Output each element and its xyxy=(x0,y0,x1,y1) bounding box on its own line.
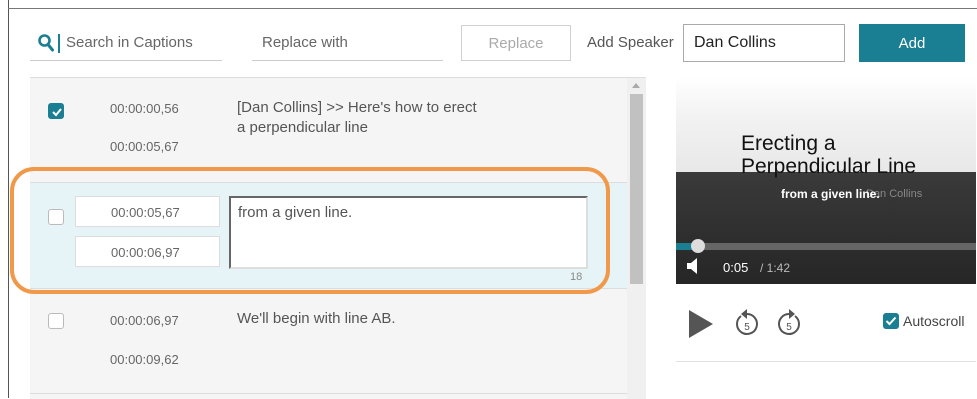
window-frame-left xyxy=(8,0,9,398)
video-duration: / 1:42 xyxy=(760,261,791,275)
add-speaker-button[interactable]: Add xyxy=(859,24,965,62)
video-player[interactable]: Erecting a Perpendicular Line Dan Collin… xyxy=(676,77,976,284)
rewind-5-icon[interactable]: 5 xyxy=(733,308,761,343)
search-placeholder: Search in Captions xyxy=(66,34,193,51)
video-scrub-handle[interactable] xyxy=(691,239,705,253)
replace-placeholder: Replace with xyxy=(262,34,348,51)
caption-text-line: a perpendicular line xyxy=(237,119,368,136)
text-cursor xyxy=(58,34,60,53)
caption-end-time: 00:00:05,67 xyxy=(110,139,179,154)
controls-divider xyxy=(676,361,976,362)
scroll-up-arrow[interactable] xyxy=(632,83,640,88)
caption-checkbox[interactable] xyxy=(48,103,64,119)
video-title-line: Erecting a xyxy=(741,132,836,155)
caption-row[interactable] xyxy=(30,394,627,399)
add-speaker-label: Add Speaker xyxy=(587,34,674,51)
replace-with-field[interactable]: Replace with xyxy=(252,28,443,61)
autoscroll-label: Autoscroll xyxy=(903,313,965,329)
video-caption-overlay: from a given line. xyxy=(781,187,880,201)
speaker-name-input[interactable]: Dan Collins xyxy=(683,24,845,62)
replace-button[interactable]: Replace xyxy=(461,25,571,61)
forward-5-icon[interactable]: 5 xyxy=(775,308,803,343)
caption-text[interactable]: [Dan Collins] >> Here's how to erect a p… xyxy=(237,98,477,138)
autoscroll-checkbox[interactable] xyxy=(883,313,899,334)
video-title-line: Perpendicular Line xyxy=(741,155,917,178)
volume-icon[interactable] xyxy=(687,258,699,279)
caption-start-time: 00:00:06,97 xyxy=(110,313,179,328)
play-icon[interactable] xyxy=(688,309,714,344)
window-frame-top xyxy=(8,8,977,9)
caption-end-time: 00:00:09,62 xyxy=(110,352,179,367)
caption-text[interactable]: We'll begin with line AB. xyxy=(237,309,396,329)
forward-seconds: 5 xyxy=(786,322,792,333)
caption-text-line: [Dan Collins] >> Here's how to erect xyxy=(237,99,477,116)
search-icon xyxy=(38,34,54,57)
video-frame xyxy=(676,77,976,284)
selected-caption-highlight xyxy=(10,167,610,294)
check-icon xyxy=(52,108,62,117)
caption-list-scrollbar[interactable] xyxy=(627,78,646,399)
video-progress-bar[interactable] xyxy=(676,239,976,253)
caption-row[interactable]: 00:00:06,97 00:00:09,62 We'll begin with… xyxy=(30,289,627,394)
caption-start-time: 00:00:00,56 xyxy=(110,101,179,116)
rewind-seconds: 5 xyxy=(744,322,750,333)
scrollbar-thumb[interactable] xyxy=(630,94,643,284)
search-captions-field[interactable]: Search in Captions xyxy=(30,28,222,61)
video-current-time: 0:05 xyxy=(723,260,749,275)
caption-checkbox[interactable] xyxy=(48,313,64,329)
